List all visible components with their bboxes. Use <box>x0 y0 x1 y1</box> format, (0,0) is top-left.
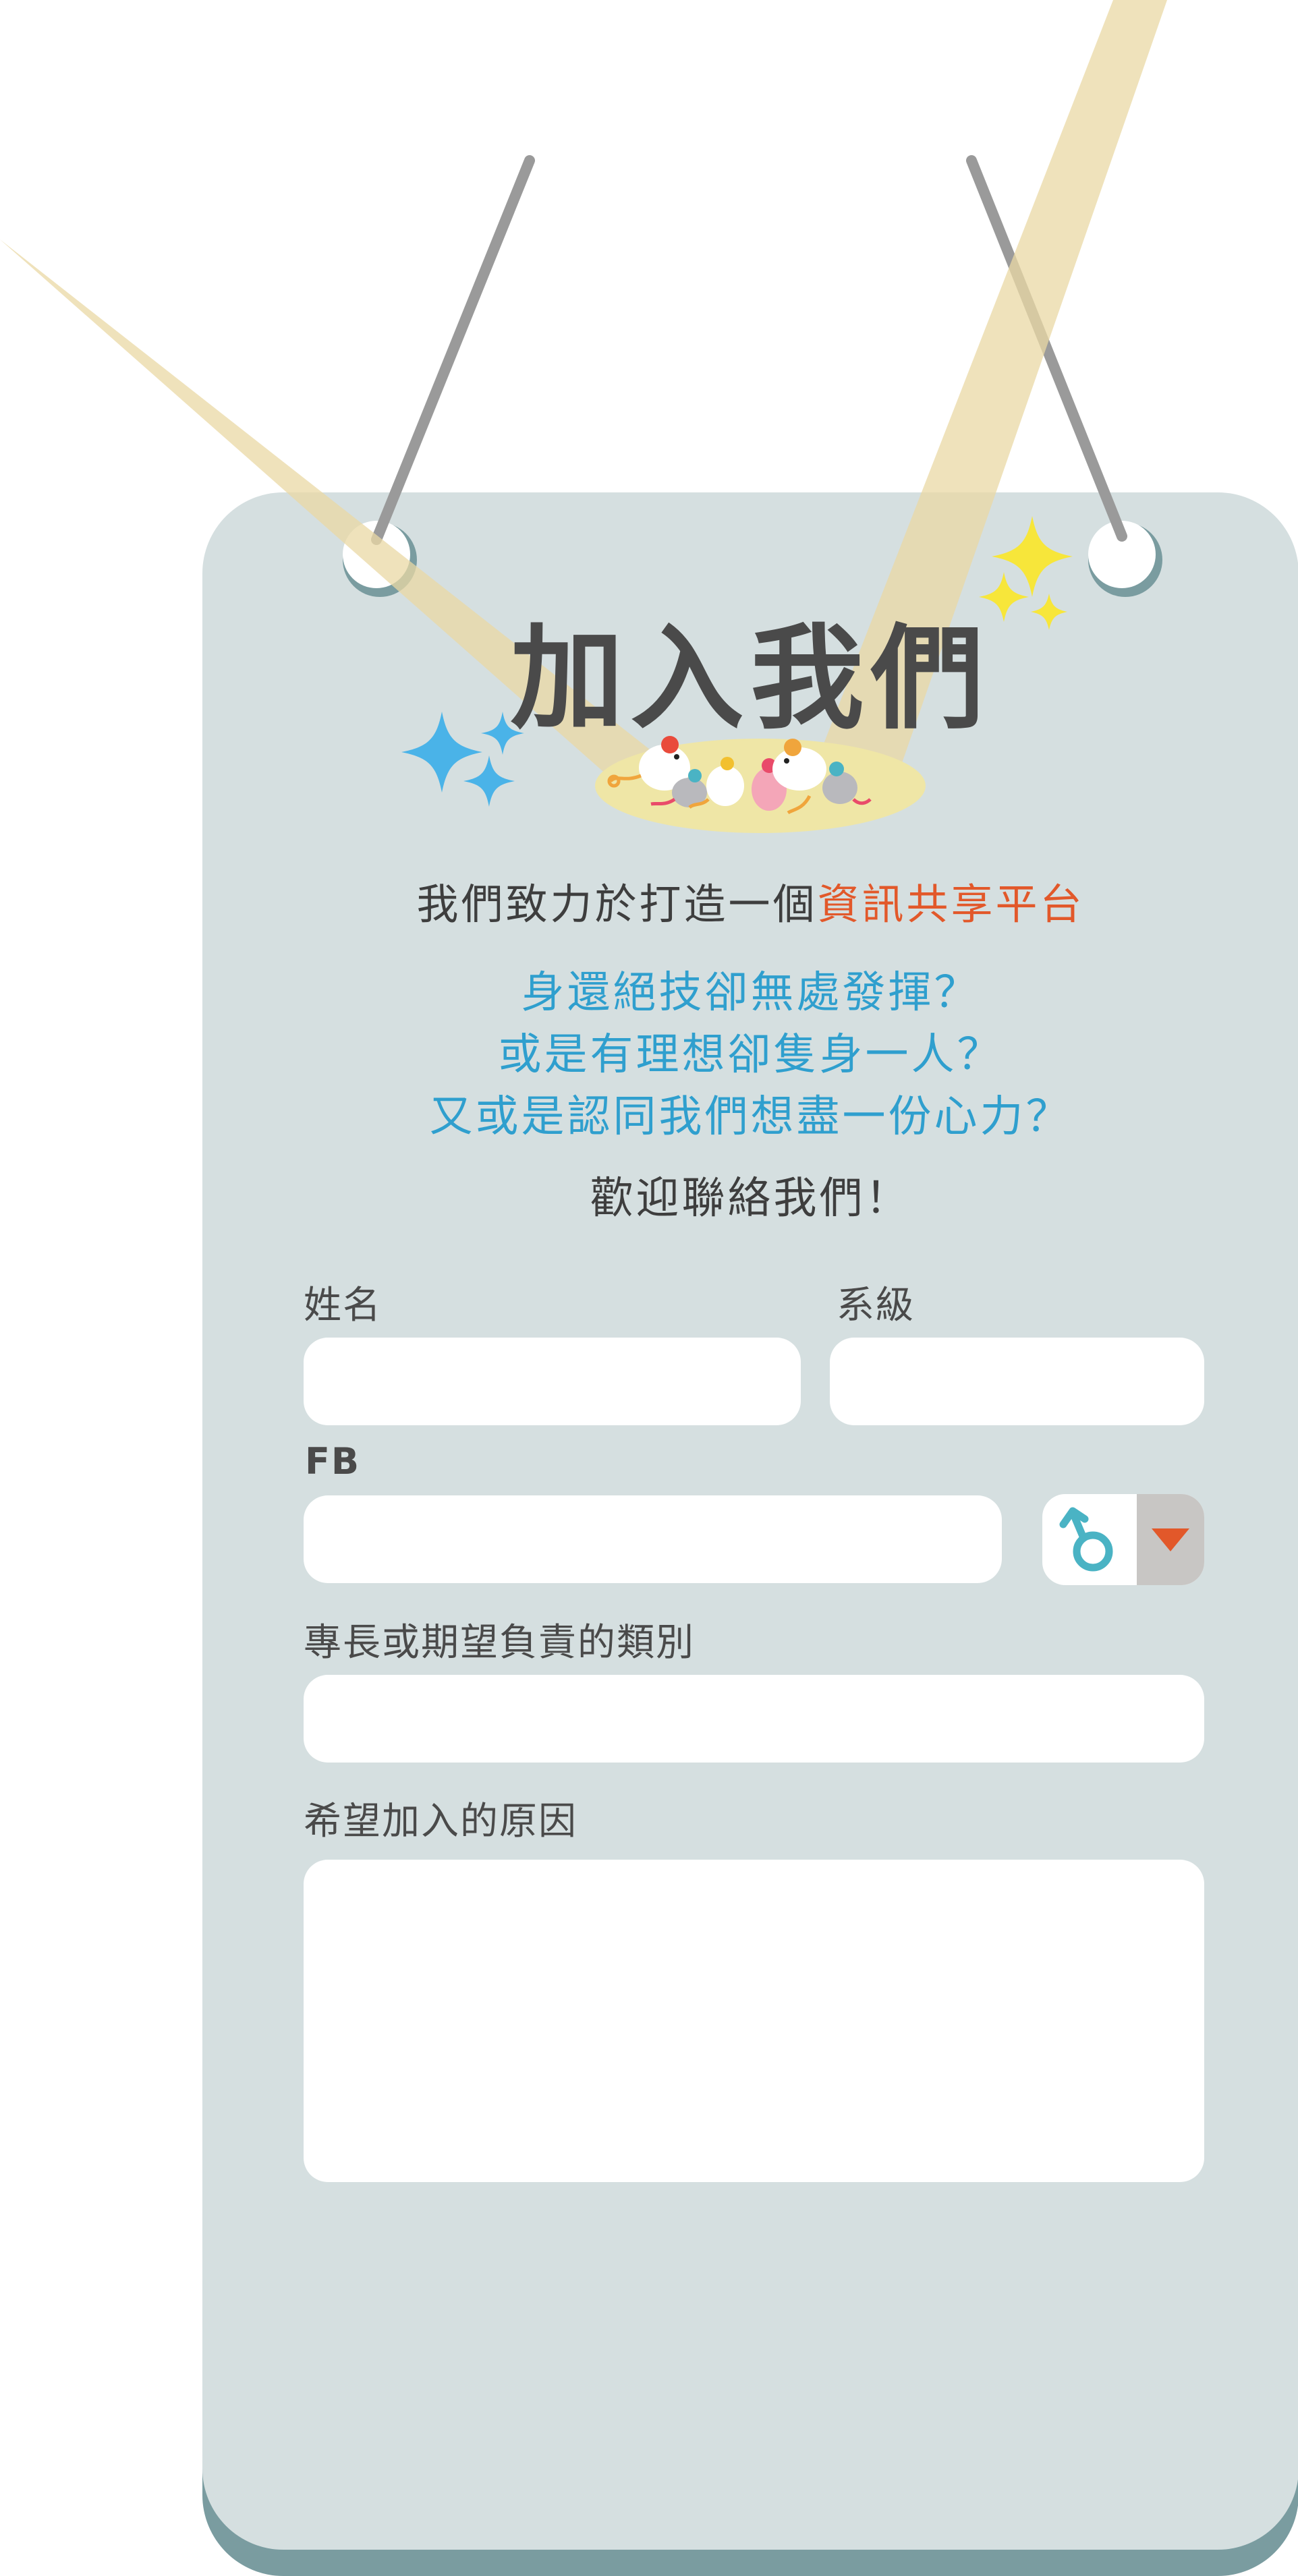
specialty-label: 專長或期望負責的類別 <box>304 1621 695 1665</box>
intro-highlight: 資訊共享平台 <box>817 880 1085 929</box>
reason-label: 希望加入的原因 <box>304 1800 577 1843</box>
name-label: 姓名 <box>304 1284 382 1327</box>
triangle-down-icon <box>1152 1528 1189 1551</box>
page-title: 加入我們 <box>510 612 991 745</box>
welcome-text: 歡迎聯絡我們！ <box>590 1174 911 1224</box>
dropdown-arrow-button[interactable] <box>1137 1494 1204 1585</box>
intro-prefix: 我們致力於打造一個 <box>416 880 818 929</box>
department-label: 系級 <box>837 1284 915 1327</box>
gender-select[interactable] <box>1042 1494 1204 1585</box>
department-input[interactable] <box>830 1338 1204 1425</box>
question-line-2: 或是有理想卻隻身一人？ <box>498 1030 1003 1080</box>
question-line-3: 又或是認同我們想盡一份心力？ <box>429 1092 1072 1142</box>
specialty-input[interactable] <box>304 1675 1204 1763</box>
fb-input[interactable] <box>304 1495 1002 1583</box>
fb-label: FB <box>305 1440 361 1483</box>
name-input[interactable] <box>304 1338 801 1425</box>
intro-text: 我們致力於打造一個資訊共享平台 <box>202 870 1298 931</box>
male-symbol-icon <box>1042 1494 1137 1585</box>
left-string <box>371 155 535 545</box>
reason-textarea[interactable] <box>304 1860 1204 2182</box>
background-illustration <box>0 0 1298 2576</box>
question-line-1: 身還絕技卻無處發揮？ <box>521 968 980 1018</box>
